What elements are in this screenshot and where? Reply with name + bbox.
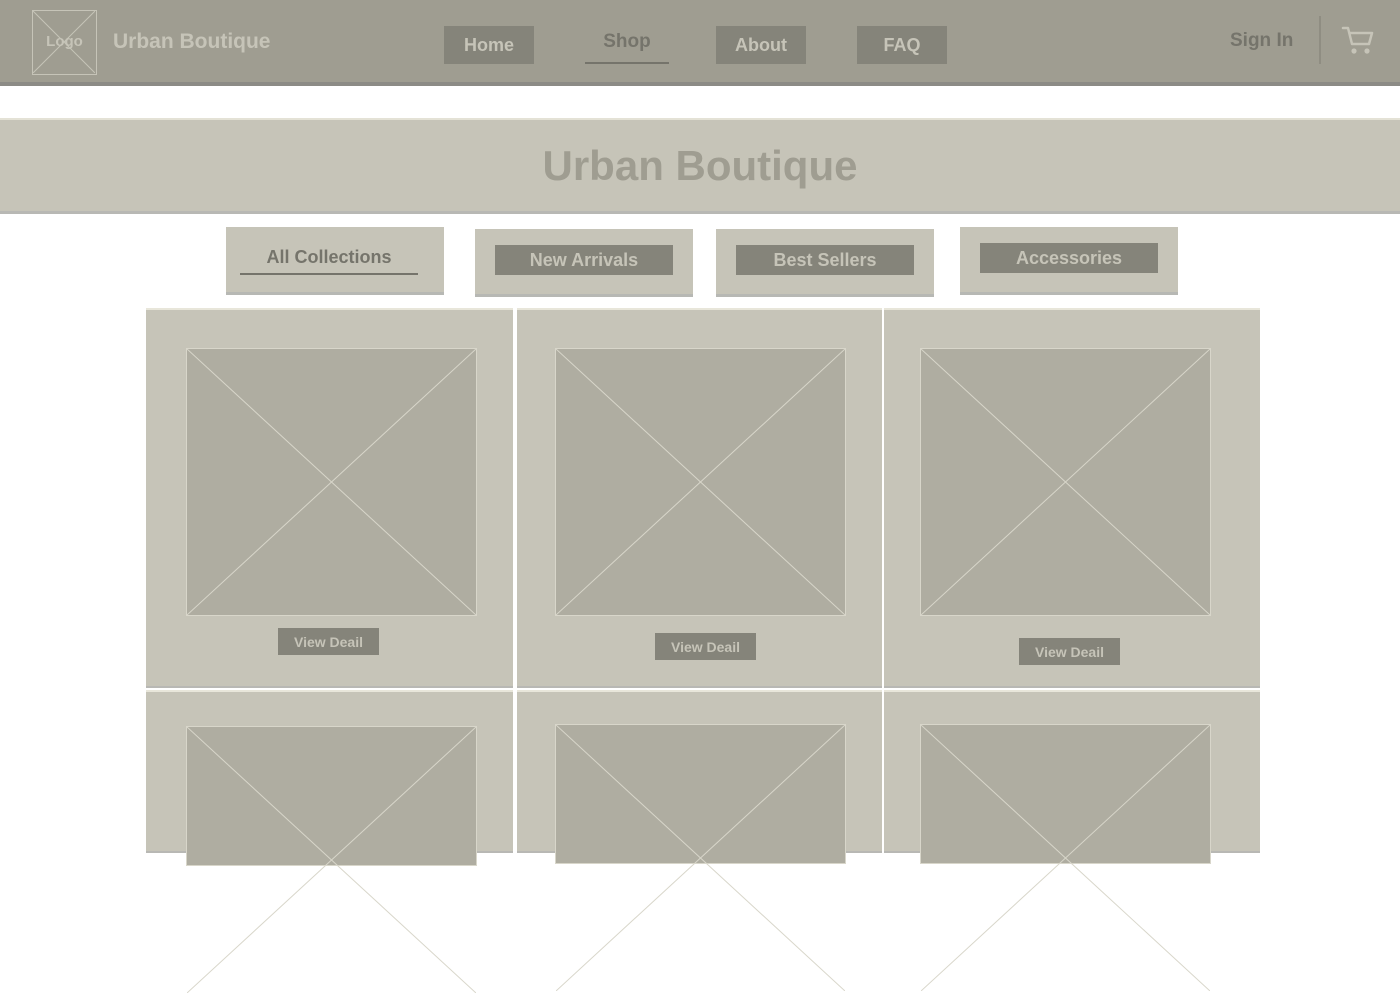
image-placeholder-icon [921,725,1210,991]
shopping-cart-icon[interactable] [1341,24,1375,56]
category-new-arrivals[interactable]: New Arrivals [475,229,693,297]
nav-about-button[interactable]: About [716,26,806,64]
image-placeholder-icon [556,725,845,991]
hero-title: Urban Boutique [542,142,858,189]
category-all-collections-label: All Collections [240,247,418,275]
product-card [884,690,1260,991]
view-detail-button[interactable]: View Deail [278,628,379,655]
top-navigation-bar: Logo Urban Boutique Home Shop About FAQ … [0,0,1400,86]
view-detail-button[interactable]: View Deail [1019,638,1120,665]
product-image-placeholder[interactable] [920,348,1211,616]
product-card [517,690,882,991]
image-placeholder-icon [187,349,476,615]
sign-in-link[interactable]: Sign In [1230,30,1293,52]
category-best-sellers[interactable]: Best Sellers [716,229,934,297]
logo[interactable]: Logo [32,10,97,75]
view-detail-button[interactable]: View Deail [655,633,756,660]
product-card [146,690,513,993]
nav-shop-link[interactable]: Shop [585,26,669,64]
image-placeholder-icon [921,349,1210,615]
nav-home-button[interactable]: Home [444,26,534,64]
header-divider [1319,16,1321,64]
image-placeholder-icon [556,349,845,615]
product-image-placeholder[interactable] [555,724,846,991]
category-all-collections[interactable]: All Collections [226,227,444,295]
hero-banner: Urban Boutique [0,118,1400,214]
product-image-placeholder[interactable] [186,726,477,993]
nav-faq-button[interactable]: FAQ [857,26,947,64]
product-card: View Deail [146,308,513,688]
logo-text: Logo [46,33,83,50]
category-accessories-label: Accessories [980,243,1158,273]
image-placeholder-icon [187,727,476,993]
category-accessories[interactable]: Accessories [960,227,1178,295]
category-best-sellers-label: Best Sellers [736,245,914,275]
product-image-placeholder[interactable] [920,724,1211,991]
category-new-arrivals-label: New Arrivals [495,245,673,275]
product-card: View Deail [517,308,882,688]
brand-name[interactable]: Urban Boutique [113,30,271,54]
product-image-placeholder[interactable] [186,348,477,616]
product-image-placeholder[interactable] [555,348,846,616]
product-card: View Deail [884,308,1260,688]
